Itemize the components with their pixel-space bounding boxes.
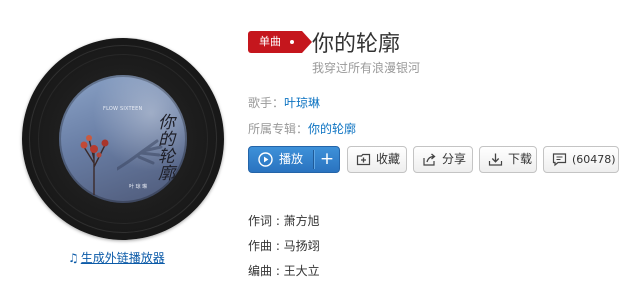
add-to-playlist-button[interactable]: + [315,147,339,172]
album-disc: FLOW SIXTEEN 你的轮廓 叶 琼 琳 [22,38,224,240]
artist-label: 歌手： [248,96,285,110]
album-row: 所属专辑：你的轮廓 [248,120,356,137]
cover-brand: FLOW SIXTEEN [103,106,143,112]
album-label: 所属专辑： [248,122,309,136]
download-button[interactable]: 下载 [479,146,537,173]
cover-small-text: 叶 琼 琳 [129,184,148,190]
collect-label: 收藏 [376,152,401,166]
play-button-group: 播放 + [248,146,340,173]
external-player-link[interactable]: ♫ 生成外链播放器 [68,249,165,266]
artist-row: 歌手：叶琼琳 [248,94,320,111]
collect-icon [356,153,371,166]
share-button[interactable]: 分享 [413,146,473,173]
share-label: 分享 [442,152,467,166]
play-icon [258,152,273,167]
single-badge: 单曲 [248,31,312,53]
play-label: 播放 [279,152,304,166]
comment-icon [552,153,567,167]
artist-link[interactable]: 叶琼琳 [284,96,320,110]
credit-arranger: 编曲 : 王大立 [248,264,320,278]
play-button[interactable]: 播放 [249,147,313,172]
external-player-label: 生成外链播放器 [80,251,165,265]
cover-title-art: 你的轮廓 [154,113,174,181]
album-link[interactable]: 你的轮廓 [308,122,356,136]
collect-button[interactable]: 收藏 [347,146,407,173]
credit-composer: 作曲 : 马扬翊 [248,239,320,253]
song-title: 你的轮廓 [312,32,401,57]
album-cover: FLOW SIXTEEN 你的轮廓 叶 琼 琳 [59,75,187,203]
comment-button[interactable]: (60478) [543,146,619,173]
song-subtitle: 我穿过所有浪漫银河 [312,61,421,75]
music-note-icon: ♫ [68,251,79,265]
comment-count: (60478) [572,153,616,166]
credits-list: 作词 : 萧方旭 作曲 : 马扬翊 编曲 : 王大立 [248,214,320,289]
download-label: 下载 [508,152,533,166]
share-icon [423,153,436,166]
flower-art-icon [80,135,109,195]
download-icon [488,153,503,166]
single-badge-label: 单曲 [259,35,281,48]
credit-lyricist: 作词 : 萧方旭 [248,214,320,228]
badge-dot-icon [290,40,294,44]
play-divider [313,150,314,169]
